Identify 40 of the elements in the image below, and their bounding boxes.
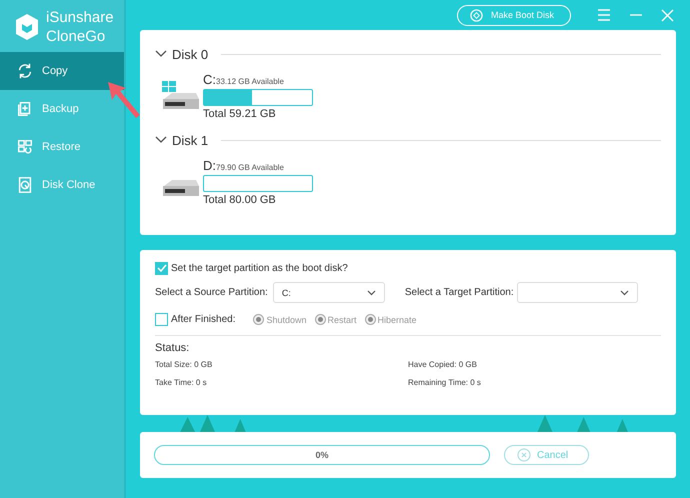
pointer-arrow — [106, 80, 142, 120]
checkbox[interactable] — [155, 262, 168, 275]
chevron-down-icon — [620, 290, 629, 296]
checkbox-label: After Finished: — [171, 314, 236, 325]
partition-total: Total 80.00 GB — [203, 194, 277, 206]
close-icon — [517, 448, 531, 462]
partition-label: D:79.90 GB Available — [203, 158, 285, 173]
source-label: Select a Source Partition: — [155, 287, 268, 298]
status-text: Remaining Time: 0 s — [408, 378, 482, 387]
sidebar-item[interactable]: Backup — [0, 90, 124, 128]
chevron-down-icon[interactable] — [155, 136, 167, 144]
sidebar-item[interactable]: Restore — [0, 128, 124, 166]
logo-icon — [14, 13, 40, 41]
checkbox-label: Set the target partition as the boot disk? — [171, 263, 348, 274]
target-label: Select a Target Partition: — [404, 287, 514, 298]
status-text: Take Time: 0 s — [155, 378, 208, 387]
target-dropdown[interactable] — [516, 282, 638, 303]
menu-icon[interactable] — [597, 9, 611, 21]
cancel-button[interactable]: Cancel — [504, 445, 590, 465]
app-name: iSunshare — [46, 8, 114, 27]
status-text: Have Copied: 0 GB — [408, 360, 478, 369]
sidebar-item[interactable]: Disk Clone — [0, 166, 124, 204]
partition-total: Total 59.21 GB — [203, 108, 277, 120]
progress-text: 0% — [315, 450, 328, 460]
disk-title: Disk 0 — [172, 46, 208, 62]
grid-icon — [16, 138, 34, 156]
status-text: Total Size: 0 GB — [155, 360, 214, 369]
source-dropdown[interactable]: C: — [272, 282, 385, 303]
app-name: CloneGo — [46, 27, 106, 46]
refresh-icon — [16, 62, 34, 80]
partition-label: C:33.12 GB Available — [203, 72, 285, 87]
sidebar-item[interactable]: Copy — [0, 52, 124, 90]
status-title: Status: — [155, 342, 190, 354]
close-icon[interactable] — [661, 8, 674, 22]
checkbox[interactable] — [155, 313, 168, 326]
chevron-down-icon — [366, 290, 376, 296]
disc-icon — [470, 8, 483, 22]
chevron-down-icon[interactable] — [155, 50, 167, 58]
disk-title: Disk 1 — [172, 132, 208, 148]
make-boot-disk-button[interactable]: Make Boot Disk — [456, 4, 571, 26]
